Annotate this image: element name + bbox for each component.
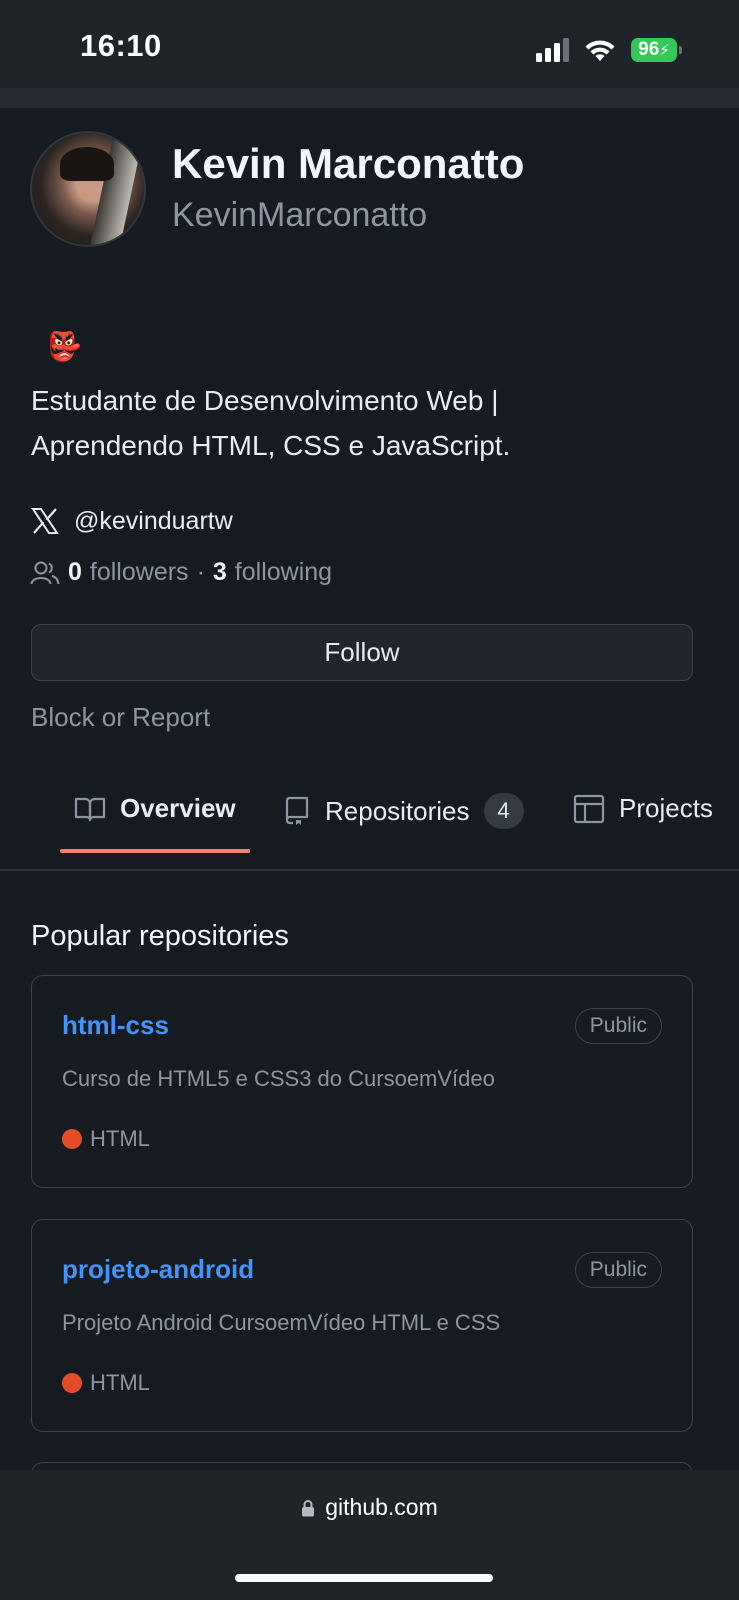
status-time: 16:10: [80, 28, 162, 63]
language-name: HTML: [90, 1126, 150, 1151]
browser-top-strip: [0, 88, 739, 108]
repo-card: html-css Public Curso de HTML5 e CSS3 do…: [31, 975, 693, 1188]
followers-count[interactable]: 0: [68, 558, 82, 587]
block-or-report-link[interactable]: Block or Report: [31, 702, 210, 733]
profile-bio: Estudante de Desenvolvimento Web | Apren…: [31, 378, 711, 468]
profile-tabs: Overview Repositories 4 Projects: [0, 775, 739, 869]
tab-label: Overview: [120, 793, 236, 823]
repo-language: HTML: [62, 1126, 150, 1152]
follow-stats: 0 followers · 3 following: [30, 558, 332, 587]
repositories-count-badge: 4: [483, 793, 524, 829]
bio-line: Aprendendo HTML, CSS e JavaScript.: [31, 430, 511, 461]
followers-label[interactable]: followers: [90, 558, 189, 587]
active-tab-indicator: [60, 849, 250, 853]
lock-icon: [302, 1499, 315, 1516]
social-link[interactable]: @kevinduartw: [30, 506, 233, 536]
x-logo-icon: [31, 508, 59, 534]
repo-description: Curso de HTML5 e CSS3 do CursoemVídeo: [62, 1066, 495, 1091]
url-display[interactable]: github.com: [0, 1494, 739, 1521]
section-title: Popular repositories: [31, 920, 289, 952]
repo-name-link[interactable]: html-css: [62, 1010, 169, 1041]
visibility-badge: Public: [574, 1252, 662, 1288]
cellular-signal-icon: [536, 38, 569, 62]
url-text[interactable]: github.com: [325, 1494, 438, 1521]
repo-description: Projeto Android CursoemVídeo HTML e CSS: [62, 1310, 501, 1335]
tab-label: Repositories: [325, 795, 470, 826]
table-icon: [573, 794, 605, 823]
tab-overview[interactable]: Overview: [74, 793, 236, 824]
following-label[interactable]: following: [235, 558, 332, 587]
book-icon: [74, 797, 106, 821]
bio-line: Estudante de Desenvolvimento Web |: [31, 385, 499, 416]
tab-label: Projects: [619, 793, 713, 823]
status-icons: 96 ⚡: [536, 36, 682, 64]
repo-icon: [285, 796, 309, 825]
battery-level: 96: [638, 39, 660, 60]
language-color-dot: [62, 1373, 82, 1393]
home-indicator[interactable]: [235, 1574, 493, 1582]
profile-name: Kevin Marconatto: [172, 140, 525, 187]
social-handle[interactable]: @kevinduartw: [74, 507, 233, 536]
status-emoji[interactable]: 👺: [47, 330, 82, 363]
tab-repositories[interactable]: Repositories 4: [283, 793, 524, 829]
separator-dot: ·: [196, 558, 205, 586]
language-name: HTML: [90, 1370, 150, 1395]
battery-icon: 96 ⚡: [631, 38, 682, 62]
avatar[interactable]: [30, 131, 146, 247]
repo-language: HTML: [62, 1370, 150, 1396]
profile-login: KevinMarconatto: [172, 196, 428, 234]
tab-projects[interactable]: Projects: [573, 793, 713, 824]
repo-name-link[interactable]: projeto-android: [62, 1254, 254, 1285]
github-profile-page: 16:10 96 ⚡ Kevin Marconatto KevinMarconat…: [0, 0, 739, 1600]
visibility-badge: Public: [574, 1008, 662, 1044]
browser-address-bar[interactable]: github.com: [0, 1470, 739, 1600]
repo-card: projeto-android Public Projeto Android C…: [31, 1219, 693, 1432]
status-bar: 16:10 96 ⚡: [0, 0, 739, 88]
wifi-icon: [585, 40, 615, 61]
language-color-dot: [62, 1129, 82, 1149]
people-icon: [30, 561, 60, 584]
following-count[interactable]: 3: [213, 558, 227, 587]
tabs-divider: [0, 869, 739, 871]
follow-button[interactable]: Follow: [31, 624, 693, 681]
